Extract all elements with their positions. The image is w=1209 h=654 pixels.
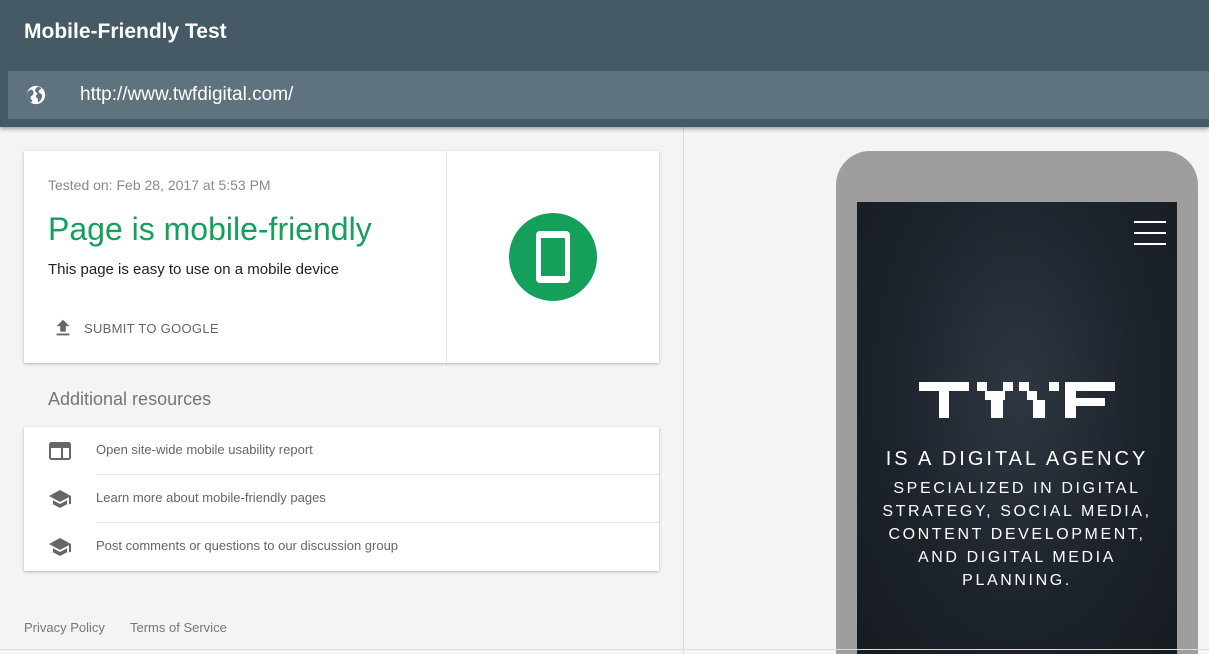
resource-usability-report[interactable]: Open site-wide mobile usability report <box>24 427 659 475</box>
app-header: Mobile-Friendly Test http://www.twfdigit… <box>0 0 1209 127</box>
url-bar[interactable]: http://www.twfdigital.com/ <box>8 71 1209 119</box>
additional-resources-heading: Additional resources <box>48 389 212 409</box>
hamburger-menu-icon <box>1134 221 1166 247</box>
resources-list: Open site-wide mobile usability report L… <box>24 427 659 571</box>
smartphone-icon <box>536 231 570 283</box>
phone-frame: IS A DIGITAL AGENCY SPECIALIZED IN DIGIT… <box>836 151 1198 654</box>
result-card: Tested on: Feb 28, 2017 at 5:53 PM Page … <box>24 151 659 363</box>
resource-label: Open site-wide mobile usability report <box>96 442 313 457</box>
page-screenshot-preview: IS A DIGITAL AGENCY SPECIALIZED IN DIGIT… <box>857 202 1177 654</box>
url-input[interactable]: http://www.twfdigital.com/ <box>80 84 293 106</box>
results-pane: Tested on: Feb 28, 2017 at 5:53 PM Page … <box>0 127 684 654</box>
school-icon <box>49 490 71 508</box>
web-layout-icon <box>49 442 71 460</box>
app-title: Mobile-Friendly Test <box>24 20 227 43</box>
card-divider <box>446 151 447 363</box>
verdict-description: This page is easy to use on a mobile dev… <box>48 261 339 278</box>
resource-label: Post comments or questions to our discus… <box>96 538 399 553</box>
mobile-friendly-badge <box>509 213 597 301</box>
verdict-heading: Page is mobile-friendly <box>48 211 372 247</box>
tagline-body: SPECIALIZED IN DIGITAL STRATEGY, SOCIAL … <box>882 480 1152 589</box>
submit-to-google-label: SUBMIT TO GOOGLE <box>84 320 219 336</box>
privacy-policy-link[interactable]: Privacy Policy <box>24 620 105 635</box>
school-icon <box>49 538 71 556</box>
globe-icon <box>26 85 46 105</box>
resource-discussion-group[interactable]: Post comments or questions to our discus… <box>24 523 659 571</box>
tested-on-timestamp: Tested on: Feb 28, 2017 at 5:53 PM <box>48 177 271 193</box>
resource-learn-more[interactable]: Learn more about mobile-friendly pages <box>24 475 659 523</box>
upload-icon <box>56 319 70 336</box>
submit-to-google-button[interactable]: SUBMIT TO GOOGLE <box>48 317 219 339</box>
twf-logo <box>919 382 1115 418</box>
terms-of-service-link[interactable]: Terms of Service <box>130 620 227 635</box>
tagline-main: IS A DIGITAL AGENCY <box>885 448 1149 470</box>
preview-pane: IS A DIGITAL AGENCY SPECIALIZED IN DIGIT… <box>684 127 1209 654</box>
resource-label: Learn more about mobile-friendly pages <box>96 490 326 505</box>
bottom-rule <box>0 649 1209 650</box>
